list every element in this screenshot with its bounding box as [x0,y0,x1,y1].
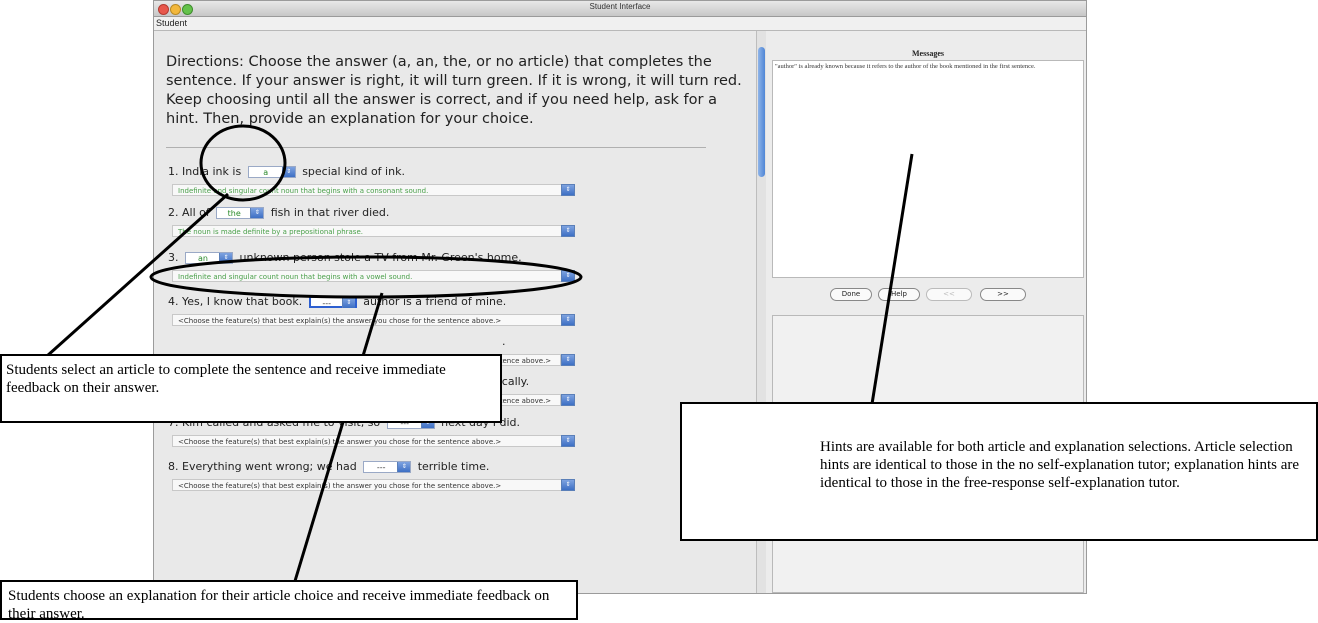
select-arrow-icon[interactable]: ⇕ [561,225,575,237]
question-number: 2. [168,206,179,219]
directions-text: Directions: Choose the answer (a, an, th… [166,54,742,127]
explanation-select-4[interactable]: <Choose the feature(s) that best explain… [172,314,574,326]
messages-title: Messages [912,49,944,58]
article-select-value: --- [376,463,386,472]
question-number: 8. [168,460,179,473]
select-arrow-icon[interactable]: ⇕ [561,184,575,196]
question-text-after: terrible time. [417,460,490,473]
question-text-before: Everything went wrong; we had [182,460,357,473]
question-number: 3. [168,251,179,264]
window-title: Student Interface [589,2,651,11]
scrollbar-thumb[interactable] [758,47,765,177]
select-arrow-icon[interactable]: ⇕ [561,479,575,491]
question-text-after: author is a friend of mine. [363,295,507,308]
article-select[interactable]: the ⇕ [216,207,265,219]
callout-choose-explanation: Students choose an explanation for their… [0,580,578,622]
explanation-select-3[interactable]: Indefinite and singular count noun that … [172,270,574,282]
question-text-after: fish in that river died. [270,206,390,219]
select-arrow-icon[interactable]: ⇕ [561,354,575,366]
question-text-after: special kind of ink. [302,165,405,178]
title-bar: Student Interface [154,1,1086,17]
question-text-before: India ink is [182,165,242,178]
question-text-before: All of [182,206,210,219]
explanation-select-1[interactable]: Indefinite and singular count noun that … [172,184,574,196]
select-arrow-icon[interactable]: ⇕ [561,314,575,326]
help-button[interactable]: Help [878,288,920,301]
done-button[interactable]: Done [830,288,872,301]
question-4: 4. Yes, I know that book. --- ⇕ author is… [168,294,506,310]
question-text-after: . [502,335,506,348]
question-5-fragment: . [502,334,506,350]
select-arrow-icon[interactable]: ⇕ [561,270,575,282]
article-select[interactable]: an ⇕ [185,252,233,264]
article-select[interactable]: --- ⇕ [363,461,412,473]
article-select-value: an [198,254,208,263]
messages-text: "author" is already known because it ref… [772,60,1084,278]
question-3: 3. an ⇕ unknown person stole a TV from Mr… [168,250,522,266]
callout-choose-explanation-text: Students choose an explanation for their… [8,588,550,622]
article-select[interactable]: --- ⇕ [308,296,357,308]
callout-select-article: Students select an article to complete t… [0,354,502,423]
next-hint-button[interactable]: >> [980,288,1026,301]
select-arrow-icon: ⇕ [397,462,411,472]
question-1: 1. India ink is a ⇕ special kind of ink. [168,164,405,180]
select-arrow-icon[interactable]: ⇕ [561,435,575,447]
callout-select-article-text: Students select an article to complete t… [6,362,446,396]
article-select-value: --- [322,299,332,308]
question-8: 8. Everything went wrong; we had --- ⇕ te… [168,459,489,475]
explanation-select-8[interactable]: <Choose the feature(s) that best explain… [172,479,574,491]
select-arrow-icon: ⇕ [281,167,295,177]
question-text-after: unknown person stole a TV from Mr. Green… [239,251,522,264]
problem-panel: Directions: Choose the answer (a, an, th… [154,31,756,593]
menu-bar: Student [154,17,1086,31]
select-arrow-icon: ⇕ [219,253,232,263]
explanation-select-2[interactable]: The noun is made definite by a prepositi… [172,225,574,237]
explanation-select-7[interactable]: <Choose the feature(s) that best explain… [172,435,574,447]
callout-hints: Hints are available for both article and… [680,402,1318,541]
question-text-before: Yes, I know that book. [182,295,303,308]
callout-hints-text: Hints are available for both article and… [820,439,1300,491]
select-arrow-icon: ⇕ [250,208,264,218]
article-select-value: the [227,209,241,218]
select-arrow-icon: ⇕ [341,298,355,308]
divider [166,147,706,148]
question-2: 2. All of the ⇕ fish in that river died. [168,205,389,221]
article-select[interactable]: a ⇕ [247,166,296,178]
article-select-value: a [263,168,269,177]
previous-hint-button[interactable]: << [926,288,972,301]
select-arrow-icon[interactable]: ⇕ [561,394,575,406]
menu-student[interactable]: Student [156,18,187,28]
question-number: 4. [168,295,179,308]
question-number: 1. [168,165,179,178]
